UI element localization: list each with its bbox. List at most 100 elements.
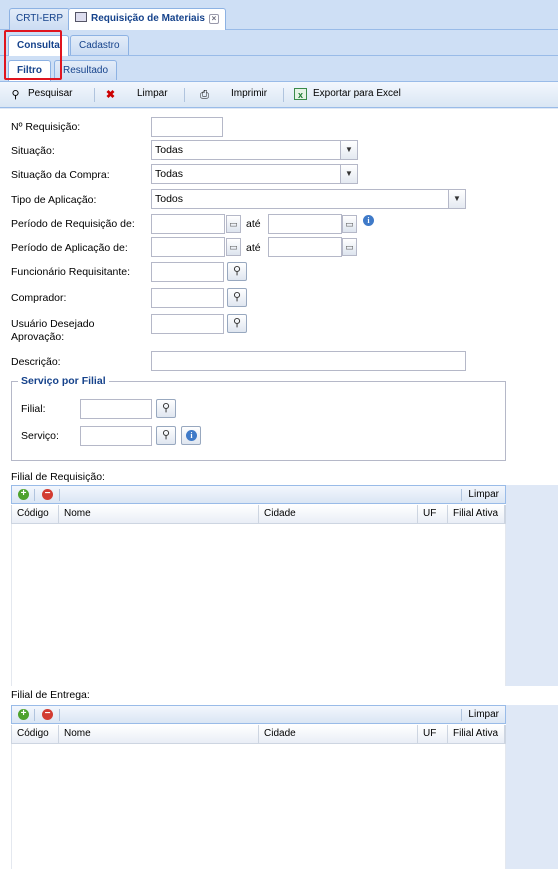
servico-label: Serviço: [21, 430, 59, 442]
search-icon: ⚲ [161, 402, 171, 414]
search-icon: ⚲ [11, 89, 20, 101]
filial-search-button[interactable]: ⚲ [156, 399, 176, 418]
usuario-aprovacao-input[interactable] [151, 314, 224, 334]
top-tab-bar: CRTI-ERP Requisição de Materiais × [0, 0, 558, 31]
descricao-input[interactable] [151, 351, 466, 371]
toolbar-separator [184, 88, 185, 102]
column-header[interactable]: Nome [59, 725, 259, 743]
usuario-aprovacao-search-button[interactable]: ⚲ [227, 314, 247, 333]
tab-consulta-label: Consulta [17, 40, 60, 51]
periodo-aplicacao-label: Período de Aplicação de: [11, 242, 128, 254]
filial-entrega-title: Filial de Entrega: [11, 689, 90, 701]
calendar-icon[interactable]: ▭ [226, 215, 241, 233]
exportar-excel-button[interactable]: x Exportar para Excel [294, 88, 401, 100]
filial-requisicao-grid-body[interactable] [11, 524, 506, 686]
column-header[interactable]: Cidade [259, 725, 418, 743]
funcionario-label: Funcionário Requisitante: [11, 266, 131, 278]
main-tab-bar: Consulta Cadastro [0, 30, 558, 56]
add-icon[interactable]: + [18, 709, 29, 720]
filial-entrega-header: Código Nome Cidade UF Filial Ativa [11, 725, 506, 744]
ate-label: até [246, 242, 261, 254]
comprador-search-button[interactable]: ⚲ [227, 288, 247, 307]
filial-entrega-grid-body[interactable] [11, 744, 506, 869]
toolbar-separator [34, 489, 35, 501]
column-header[interactable]: Filial Ativa [448, 725, 505, 743]
funcionario-input[interactable] [151, 262, 224, 282]
situacao-label: Situação: [11, 145, 55, 157]
descricao-label: Descrição: [11, 356, 61, 368]
periodo-aplicacao-ate-input[interactable] [268, 237, 342, 257]
column-header[interactable]: Cidade [259, 505, 418, 523]
tab-filtro-label: Filtro [17, 65, 42, 76]
tipo-aplicacao-value: Todos [155, 193, 184, 205]
filial-requisicao-title: Filial de Requisição: [11, 471, 105, 483]
limpar-button[interactable]: ✖ Limpar [104, 88, 168, 101]
column-header[interactable]: Nome [59, 505, 259, 523]
tipo-aplicacao-select[interactable]: Todos ▼ [151, 189, 466, 209]
tab-requisicao-materiais[interactable]: Requisição de Materiais × [68, 8, 226, 31]
imprimir-button[interactable]: ⎙ Imprimir [198, 88, 267, 101]
situacao-compra-label: Situação da Compra: [11, 169, 110, 181]
tab-resultado-label: Resultado [63, 65, 109, 76]
add-icon[interactable]: + [18, 489, 29, 500]
situacao-compra-value: Todas [155, 168, 184, 180]
situacao-value: Todas [155, 144, 184, 156]
servico-filial-fieldset: Serviço por Filial Filial: ⚲ Serviço: ⚲ … [11, 375, 506, 461]
situacao-compra-select[interactable]: Todas ▼ [151, 164, 358, 184]
tab-cadastro[interactable]: Cadastro [70, 35, 129, 55]
column-header[interactable]: UF [418, 505, 448, 523]
filial-requisicao-limpar-button[interactable]: Limpar [468, 489, 499, 500]
remove-icon[interactable]: − [42, 709, 53, 720]
printer-icon: ⎙ [200, 89, 209, 101]
tab-resultado[interactable]: Resultado [54, 60, 118, 80]
search-icon: ⚲ [232, 291, 242, 303]
column-header[interactable]: Código [12, 725, 59, 743]
filial-label: Filial: [21, 403, 46, 415]
periodo-requisicao-de-input[interactable] [151, 214, 225, 234]
nro-requisicao-label: Nº Requisição: [11, 121, 81, 133]
periodo-requisicao-ate-input[interactable] [268, 214, 342, 234]
tab-crti-erp[interactable]: CRTI-ERP [9, 8, 71, 30]
toolbar-separator [283, 88, 284, 102]
nro-requisicao-input[interactable] [151, 117, 223, 137]
tab-crti-erp-label: CRTI-ERP [16, 13, 64, 24]
sub-tab-bar: Filtro Resultado [0, 56, 558, 82]
column-header[interactable]: Filial Ativa [448, 505, 505, 523]
chevron-down-icon[interactable]: ▼ [340, 165, 357, 183]
situacao-select[interactable]: Todas ▼ [151, 140, 358, 160]
close-icon[interactable]: × [208, 14, 219, 24]
exportar-label: Exportar para Excel [313, 88, 401, 99]
action-toolbar: ⚲ Pesquisar ✖ Limpar ⎙ Imprimir x Exportar p… [0, 82, 558, 108]
filial-requisicao-header: Código Nome Cidade UF Filial Ativa [11, 505, 506, 524]
tab-filtro[interactable]: Filtro [8, 60, 51, 81]
comprador-input[interactable] [151, 288, 224, 308]
filial-input[interactable] [80, 399, 152, 419]
calendar-icon[interactable]: ▭ [342, 238, 357, 256]
chevron-down-icon[interactable]: ▼ [448, 190, 465, 208]
toolbar-separator [461, 709, 462, 721]
periodo-aplicacao-de-input[interactable] [151, 237, 225, 257]
calendar-icon[interactable]: ▭ [226, 238, 241, 256]
info-icon: i [186, 430, 197, 441]
calendar-icon[interactable]: ▭ [342, 215, 357, 233]
pesquisar-button[interactable]: ⚲ Pesquisar [9, 88, 72, 101]
usuario-aprovacao-label-line2: Aprovação: [11, 331, 65, 343]
toolbar-separator [461, 489, 462, 501]
toolbar-separator [34, 709, 35, 721]
chevron-down-icon[interactable]: ▼ [340, 141, 357, 159]
column-header[interactable]: UF [418, 725, 448, 743]
filial-entrega-toolbar: + − Limpar [11, 705, 506, 724]
filial-entrega-limpar-button[interactable]: Limpar [468, 709, 499, 720]
remove-icon[interactable]: − [42, 489, 53, 500]
filter-panel: Nº Requisição: Situação: Todas ▼ Situaçã… [0, 109, 558, 869]
servico-info-button[interactable]: i [181, 426, 201, 445]
clear-icon: ✖ [105, 89, 116, 101]
filial-requisicao-toolbar: + − Limpar [11, 485, 506, 504]
column-header[interactable]: Código [12, 505, 59, 523]
tab-consulta[interactable]: Consulta [8, 35, 69, 56]
tab-cadastro-label: Cadastro [79, 40, 120, 51]
funcionario-search-button[interactable]: ⚲ [227, 262, 247, 281]
info-icon[interactable]: i [363, 215, 374, 226]
servico-input[interactable] [80, 426, 152, 446]
servico-search-button[interactable]: ⚲ [156, 426, 176, 445]
